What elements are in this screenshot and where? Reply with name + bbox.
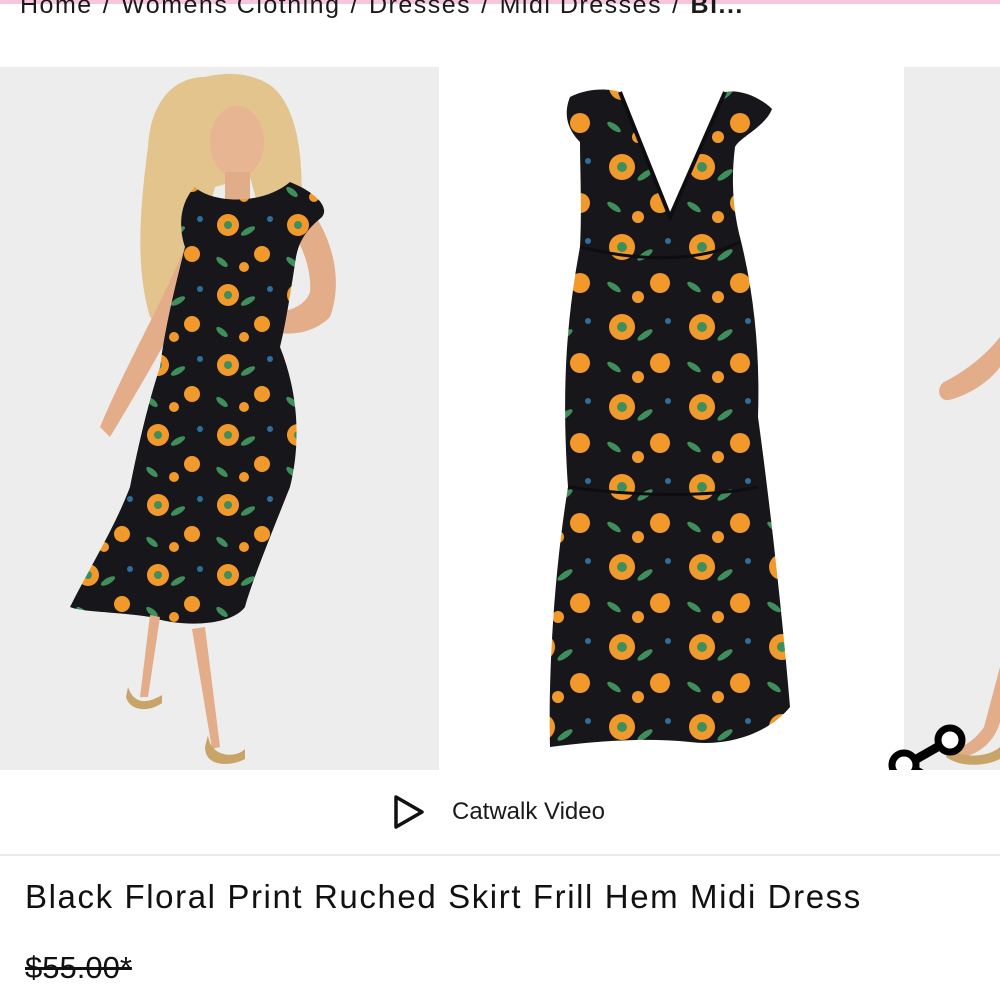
breadcrumb-womens-clothing[interactable]: Womens Clothing [121,0,340,19]
play-icon [394,795,424,829]
catwalk-video-button[interactable]: Catwalk Video [392,790,605,834]
share-button[interactable] [884,721,972,770]
breadcrumb-separator: / [350,0,359,19]
breadcrumb-separator: / [672,0,681,19]
breadcrumb-midi-dresses[interactable]: Midi Dresses [500,0,662,19]
breadcrumb-dresses[interactable]: Dresses [369,0,471,19]
catwalk-video-label: Catwalk Video [452,798,605,825]
breadcrumb-current: Bl... [690,0,744,19]
model-partial-image[interactable] [904,67,1000,770]
model-wearing-dress-image[interactable] [0,67,439,770]
breadcrumb: Home / Womens Clothing / Dresses / Midi Dresse… [20,0,980,23]
product-title: Black Floral Print Ruched Skirt Frill He… [25,878,862,915]
dress-product-image[interactable] [440,67,903,770]
product-image-carousel[interactable] [0,67,1000,770]
share-icon [888,724,966,770]
catwalk-video-bar: Catwalk Video [0,770,1000,856]
breadcrumb-separator: / [102,0,112,19]
breadcrumb-separator: / [481,0,490,19]
breadcrumb-home[interactable]: Home [20,0,93,19]
product-price: $55.00* [25,950,132,985]
